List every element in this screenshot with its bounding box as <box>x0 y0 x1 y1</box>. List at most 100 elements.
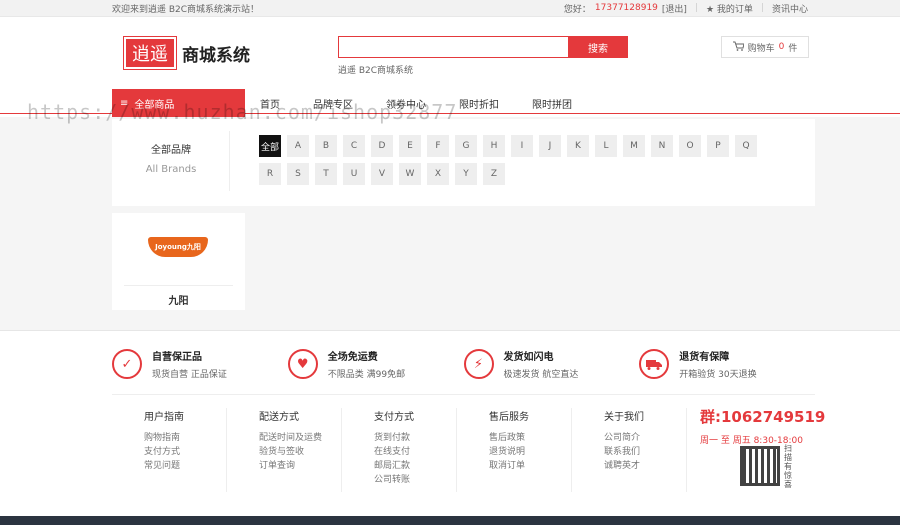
footer-link[interactable]: 常见问题 <box>144 459 226 473</box>
cart-button[interactable]: 购物车 0 件 <box>721 36 809 58</box>
truck-icon <box>639 349 670 379</box>
letter-filter-s[interactable]: S <box>287 163 309 185</box>
service-title: 发货如闪电 <box>503 352 554 363</box>
site-footer: ✓ 自营保正品 现货自营 正品保证 ♥ 全场免运费 不限品类 满99免邮 ⚡ 发… <box>0 330 900 516</box>
footer-link[interactable]: 配送时间及运费 <box>259 431 341 445</box>
service-title: 全场免运费 <box>327 352 378 363</box>
footer-link[interactable]: 诚聘英才 <box>604 459 686 473</box>
letter-filter-w[interactable]: W <box>399 163 421 185</box>
letter-filter-m[interactable]: M <box>623 135 645 157</box>
logo-text: 商城系统 <box>182 45 250 66</box>
footer-link[interactable]: 在线支付 <box>374 445 456 459</box>
letter-filter-k[interactable]: K <box>567 135 589 157</box>
footer-link[interactable]: 支付方式 <box>144 445 226 459</box>
divider: | <box>760 3 764 13</box>
service-item: 退货有保障 开箱验货 30天退换 <box>639 348 815 380</box>
top-bar: 欢迎来到逍遥 B2C商城系统演示站！ 您好： 17377128919 [退出] … <box>0 0 900 17</box>
letter-filter-y[interactable]: Y <box>455 163 477 185</box>
letter-filter-h[interactable]: H <box>483 135 505 157</box>
qr-label: 扫描有惊喜 <box>784 444 792 489</box>
letter-filter-g[interactable]: G <box>455 135 477 157</box>
service-item: ♥ 全场免运费 不限品类 满99免邮 <box>287 348 464 380</box>
footer-col-guide: 用户指南 购物指南 支付方式 常见问题 <box>112 408 227 492</box>
letter-filter-j[interactable]: J <box>539 135 561 157</box>
letter-filter-f[interactable]: F <box>427 135 449 157</box>
cart-label: 购物车 <box>747 43 775 54</box>
footer-col-title: 关于我们 <box>604 412 644 423</box>
service-subtitle: 现货自营 正品保证 <box>152 370 227 380</box>
footer-link[interactable]: 邮局汇款 <box>374 459 456 473</box>
footer-col-about: 关于我们 公司简介 联系我们 诚聘英才 <box>572 408 687 492</box>
logout-link[interactable]: [退出] <box>662 2 687 15</box>
letter-filter-e[interactable]: E <box>399 135 421 157</box>
footer-col-title: 支付方式 <box>374 412 414 423</box>
letter-filter-o[interactable]: O <box>679 135 701 157</box>
service-hours: 周一 至 周五 8:30-18:00 <box>700 436 803 446</box>
letter-filter-c[interactable]: C <box>343 135 365 157</box>
divider <box>124 285 233 286</box>
letter-filter-a[interactable]: A <box>287 135 309 157</box>
letter-filter-i[interactable]: I <box>511 135 533 157</box>
search-hint[interactable]: 逍遥 B2C商城系统 <box>338 63 413 76</box>
divider <box>112 394 815 395</box>
qq-group: 群:1062749519 <box>700 408 826 426</box>
letter-filter-l[interactable]: L <box>595 135 617 157</box>
letter-filter-d[interactable]: D <box>371 135 393 157</box>
brand-filter: 全部品牌 All Brands 全部 A B C D E F G H I J K L M N O P Q R S T U V… <box>112 119 815 206</box>
site-header: 逍遥 商城系统 搜索 逍遥 B2C商城系统 购物车 0 件 <box>0 17 900 89</box>
footer-col-delivery: 配送方式 配送时间及运费 验货与签收 订单查询 <box>227 408 342 492</box>
site-logo[interactable]: 逍遥 商城系统 <box>123 36 250 70</box>
divider <box>229 131 230 191</box>
search-bar: 搜索 <box>338 36 628 58</box>
footer-link[interactable]: 购物指南 <box>144 431 226 445</box>
letter-filter: 全部 A B C D E F G H I J K L M N O P Q R S T U V W X Y Z <box>259 135 779 185</box>
cart-unit: 件 <box>788 43 798 54</box>
hands-heart-icon: ♥ <box>287 349 318 379</box>
footer-link[interactable]: 货到付款 <box>374 431 456 445</box>
footer-col-title: 配送方式 <box>259 412 299 423</box>
divider: | <box>694 3 698 13</box>
nav-flash-sale[interactable]: 限时折扣 <box>459 96 499 111</box>
letter-filter-q[interactable]: Q <box>735 135 757 157</box>
letter-filter-p[interactable]: P <box>707 135 729 157</box>
letter-filter-n[interactable]: N <box>651 135 673 157</box>
footer-col-payment: 支付方式 货到付款 在线支付 邮局汇款 公司转账 <box>342 408 457 492</box>
footer-link[interactable]: 公司简介 <box>604 431 686 445</box>
search-input[interactable] <box>338 36 568 58</box>
service-promises: ✓ 自营保正品 现货自营 正品保证 ♥ 全场免运费 不限品类 满99免邮 ⚡ 发… <box>112 348 815 380</box>
letter-filter-x[interactable]: X <box>427 163 449 185</box>
brand-card[interactable]: Joyoung九阳 九阳 <box>112 213 245 310</box>
bottom-bar <box>0 516 900 525</box>
footer-link[interactable]: 公司转账 <box>374 473 456 487</box>
letter-filter-z[interactable]: Z <box>483 163 505 185</box>
greeting-text: 您好： <box>563 4 591 15</box>
letter-filter-b[interactable]: B <box>315 135 337 157</box>
footer-link[interactable]: 联系我们 <box>604 445 686 459</box>
service-subtitle: 不限品类 满99免邮 <box>327 370 406 380</box>
logo-mark: 逍遥 <box>123 36 177 70</box>
footer-link[interactable]: 订单查询 <box>259 459 341 473</box>
user-phone-link[interactable]: 17377128919 <box>595 3 658 13</box>
brand-filter-title: 全部品牌 All Brands <box>112 141 230 175</box>
top-bar-right: 您好： 17377128919 [退出] | ★ 我的订单 | 资讯中心 <box>564 2 808 15</box>
lightning-icon: ⚡ <box>463 349 494 379</box>
footer-link[interactable]: 取消订单 <box>489 459 571 473</box>
qr-code <box>740 446 780 486</box>
letter-filter-all[interactable]: 全部 <box>259 135 281 157</box>
letter-filter-t[interactable]: T <box>315 163 337 185</box>
footer-link[interactable]: 售后政策 <box>489 431 571 445</box>
news-center-link[interactable]: 资讯中心 <box>772 2 808 15</box>
letter-filter-u[interactable]: U <box>343 163 365 185</box>
cart-count: 0 <box>778 42 785 52</box>
footer-link[interactable]: 退货说明 <box>489 445 571 459</box>
footer-col-title: 用户指南 <box>144 412 184 423</box>
brand-filter-title-en: All Brands <box>145 164 197 175</box>
brand-name: 九阳 <box>168 296 189 307</box>
nav-group-buy[interactable]: 限时拼团 <box>532 96 572 111</box>
letter-filter-r[interactable]: R <box>259 163 281 185</box>
letter-filter-v[interactable]: V <box>371 163 393 185</box>
footer-col-title: 售后服务 <box>489 412 529 423</box>
my-orders-link[interactable]: ★ 我的订单 <box>706 2 753 15</box>
footer-link[interactable]: 验货与签收 <box>259 445 341 459</box>
search-button[interactable]: 搜索 <box>568 36 628 58</box>
